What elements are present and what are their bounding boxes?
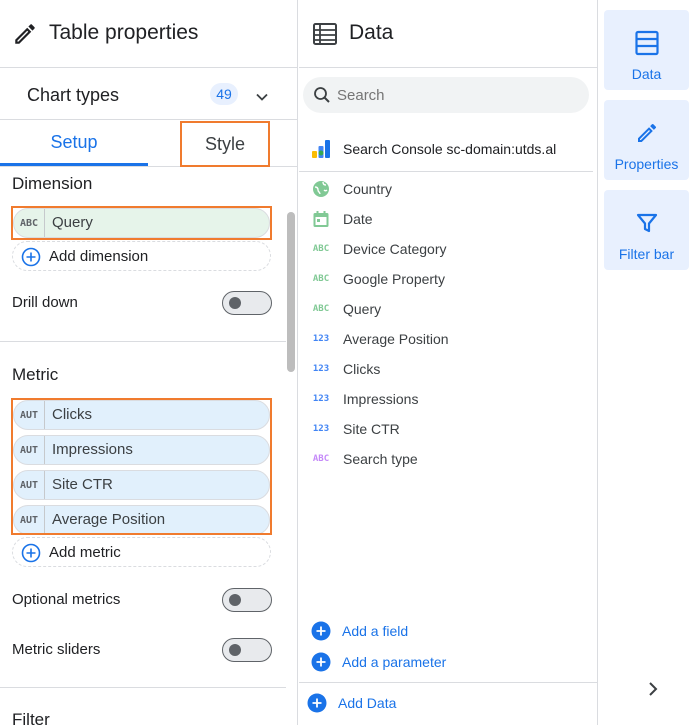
field-name: Average Position [343, 331, 449, 347]
panel-title: Table properties [49, 21, 199, 44]
field-name: Date [343, 211, 373, 227]
metric-section-title: Metric [12, 365, 59, 384]
table-icon [313, 23, 337, 45]
data-source-row[interactable]: Search Console sc-domain:utds.al [299, 128, 597, 168]
rail-data-label: Data [631, 66, 662, 82]
add-circle-icon [21, 247, 41, 267]
add-parameter-label: Add a parameter [342, 654, 447, 670]
text-type-icon: ABC [312, 304, 330, 314]
filter-section-title: Filter [12, 710, 50, 725]
dimension-section-title: Dimension [12, 174, 93, 193]
rail-data-button[interactable]: Data [604, 10, 689, 90]
side-rail: Data Properties Filter bar [599, 0, 697, 725]
add-dimension-button[interactable]: Add dimension [12, 241, 271, 271]
dimension-highlight-box [11, 206, 272, 240]
number-type-icon: 123 [312, 394, 330, 404]
filter-icon [636, 213, 658, 233]
add-metric-button[interactable]: Add metric [12, 537, 271, 567]
section-divider [299, 682, 597, 683]
properties-header: Table properties [0, 0, 297, 68]
data-header: Data [299, 0, 597, 68]
rail-filter-bar-label: Filter bar [618, 246, 675, 262]
calendar-icon [313, 211, 329, 227]
section-divider [0, 341, 286, 342]
drill-down-label: Drill down [12, 294, 78, 311]
chart-types-count-badge: 49 [210, 83, 238, 105]
data-source-name: Search Console sc-domain:utds.al [343, 141, 557, 157]
text-type-icon: ABC [312, 454, 330, 464]
add-parameter-button[interactable]: Add a parameter [311, 651, 511, 675]
number-type-icon: 123 [312, 334, 330, 344]
data-panel-title: Data [349, 21, 394, 44]
field-name: Google Property [343, 271, 445, 287]
toggle-knob [229, 594, 241, 606]
text-type-icon: ABC [312, 244, 330, 254]
field-item-google-property[interactable]: ABC Google Property [299, 263, 593, 293]
add-circle-icon [21, 543, 41, 563]
field-name: Query [343, 301, 382, 317]
add-field-label: Add a field [342, 623, 409, 639]
field-item-clicks[interactable]: 123 Clicks [299, 353, 593, 383]
tab-style[interactable]: Style [180, 121, 270, 167]
rail-filter-bar-button[interactable]: Filter bar [604, 190, 689, 270]
setup-content: Dimension ABC Query Add dimension Drill … [0, 168, 286, 725]
add-metric-label: Add metric [49, 544, 121, 561]
add-data-button[interactable]: Add Data [307, 692, 507, 716]
add-circle-filled-icon [311, 652, 331, 672]
rail-properties-label: Properties [614, 156, 679, 172]
search-console-icon [312, 140, 330, 158]
text-type-icon: ABC [312, 274, 330, 284]
metric-sliders-label: Metric sliders [12, 641, 101, 658]
add-circle-filled-icon [307, 693, 327, 713]
number-type-icon: 123 [312, 364, 330, 374]
field-name: Site CTR [343, 421, 400, 437]
search-icon [314, 87, 330, 103]
field-name: Search type [343, 451, 418, 467]
metric-highlight-box [11, 398, 272, 535]
search-input[interactable] [337, 83, 577, 107]
field-item-country[interactable]: Country [299, 173, 593, 203]
table-icon [635, 30, 659, 56]
field-item-average-position[interactable]: 123 Average Position [299, 323, 593, 353]
add-field-button[interactable]: Add a field [311, 620, 511, 644]
section-divider [299, 171, 593, 172]
globe-icon [313, 181, 329, 197]
field-name: Country [343, 181, 393, 197]
pencil-icon [638, 123, 657, 142]
tab-setup[interactable]: Setup [0, 121, 148, 166]
add-dimension-label: Add dimension [49, 248, 149, 265]
metric-sliders-toggle[interactable] [222, 638, 272, 662]
properties-panel: Table properties Chart types 49 Setup St… [0, 0, 298, 725]
field-name: Device Category [343, 241, 447, 257]
field-item-site-ctr[interactable]: 123 Site CTR [299, 413, 593, 443]
scrollbar-thumb[interactable] [287, 212, 295, 372]
chevron-right-icon[interactable] [644, 680, 662, 698]
field-name: Clicks [343, 361, 381, 377]
chart-types-label: Chart types [27, 85, 120, 105]
field-item-query[interactable]: ABC Query [299, 293, 593, 323]
field-item-impressions[interactable]: 123 Impressions [299, 383, 593, 413]
field-item-device-category[interactable]: ABC Device Category [299, 233, 593, 263]
number-type-icon: 123 [312, 424, 330, 434]
add-circle-filled-icon [311, 621, 331, 641]
pencil-icon [15, 24, 35, 44]
optional-metrics-label: Optional metrics [12, 591, 121, 608]
field-search[interactable] [303, 77, 589, 113]
optional-metrics-toggle[interactable] [222, 588, 272, 612]
data-panel: Data Search Console sc-domain:utds.al Co… [299, 0, 598, 725]
toggle-knob [229, 297, 241, 309]
chevron-down-icon[interactable] [254, 89, 270, 105]
field-item-search-type[interactable]: ABC Search type [299, 443, 593, 473]
rail-properties-button[interactable]: Properties [604, 100, 689, 180]
drill-down-toggle[interactable] [222, 291, 272, 315]
field-name: Impressions [343, 391, 419, 407]
field-item-date[interactable]: Date [299, 203, 593, 233]
add-data-label: Add Data [338, 695, 397, 711]
properties-tabs: Setup Style [0, 121, 297, 167]
toggle-knob [229, 644, 241, 656]
section-divider [0, 687, 286, 688]
chart-types-selector[interactable]: Chart types 49 [0, 69, 297, 120]
